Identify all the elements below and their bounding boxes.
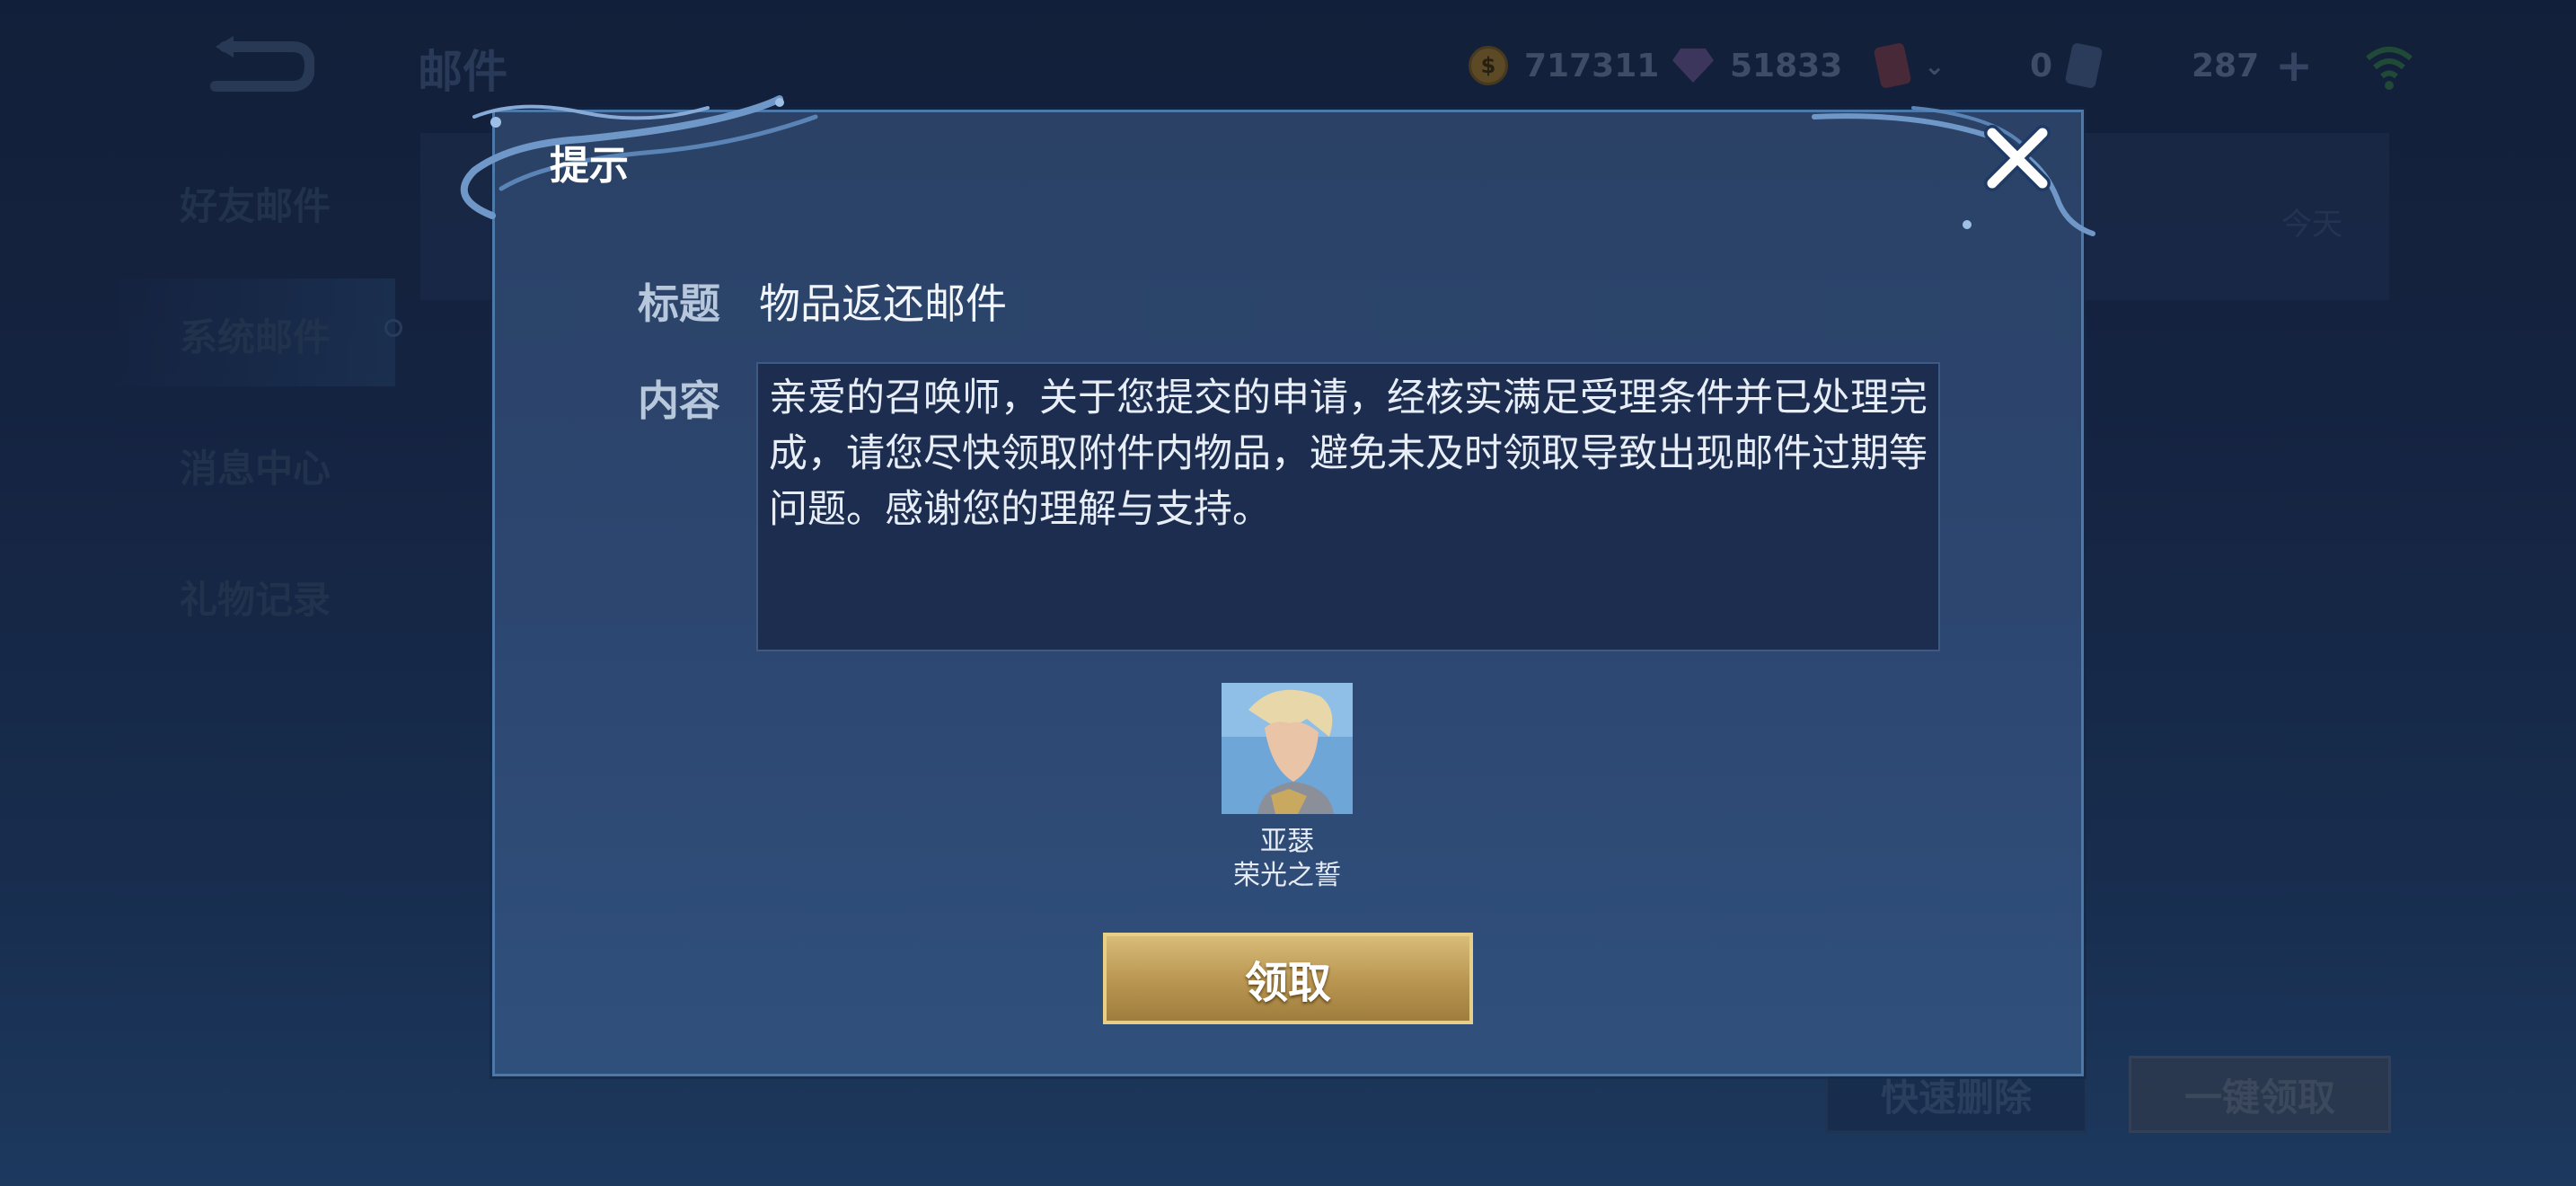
mail-content: 亲爱的召唤师，关于您提交的申请，经核实满足受理条件并已处理完成，请您尽快领取附件… — [769, 376, 1928, 532]
skin-name: 荣光之誓 — [1233, 860, 1341, 891]
corner-ornament-icon — [1812, 106, 2095, 236]
swirl-ornament-icon — [460, 95, 818, 219]
reward-name: 亚瑟 荣光之誓 — [1168, 825, 1407, 893]
claim-button[interactable]: 领取 — [1103, 933, 1473, 1024]
hero-name: 亚瑟 — [1260, 826, 1314, 857]
mail-subject: 物品返还邮件 — [759, 279, 1007, 328]
subject-label: 标题 — [638, 279, 720, 328]
hero-skin-portrait[interactable] — [1222, 683, 1353, 814]
content-label: 内容 — [638, 376, 720, 425]
close-icon[interactable] — [1983, 124, 2051, 192]
dialog-title: 提示 — [550, 143, 629, 189]
